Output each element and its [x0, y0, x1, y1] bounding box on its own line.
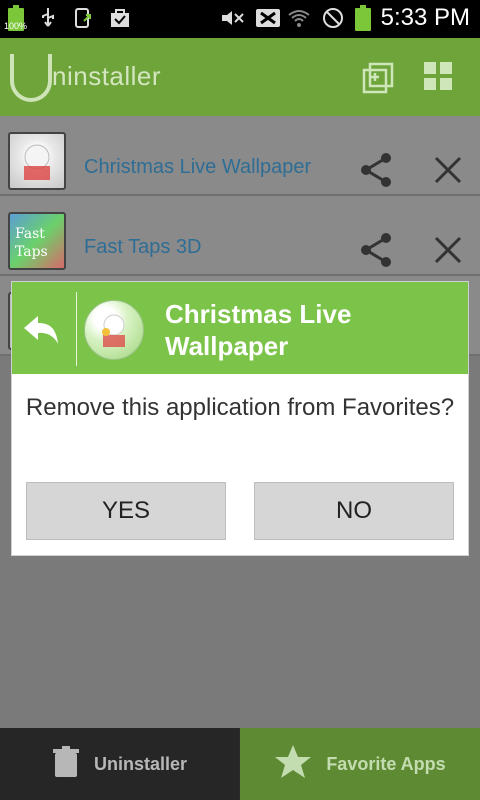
svg-text:Taps: Taps — [15, 244, 48, 260]
share-icon[interactable] — [356, 230, 396, 270]
dialog-message: Remove this application from Favorites? — [25, 394, 455, 421]
svg-text:Fast: Fast — [15, 226, 45, 242]
star-icon — [274, 744, 312, 785]
mute-icon — [219, 6, 244, 30]
christmas-wallpaper-icon — [84, 300, 144, 360]
no-button[interactable]: NO — [254, 482, 454, 540]
status-right-icons: 5:33 PM — [219, 4, 470, 32]
app-title: ninstaller — [52, 61, 162, 91]
add-to-favorites-icon[interactable] — [362, 60, 398, 96]
tab-favorite-apps[interactable]: Favorite Apps — [240, 728, 480, 800]
yes-button[interactable]: YES — [26, 482, 226, 540]
divider — [76, 292, 77, 366]
remove-favorite-dialog: Christmas Live Wallpaper Remove this app… — [12, 282, 468, 555]
share-icon[interactable] — [356, 150, 396, 190]
app-logo: ninstaller — [10, 52, 161, 102]
tab-label: Favorite Apps — [326, 753, 446, 774]
app-name: Fast Taps 3D — [84, 236, 202, 258]
battery-icon: 100% — [4, 5, 27, 31]
clock: 5:33 PM — [380, 4, 470, 31]
upload-icon — [72, 6, 96, 30]
close-icon[interactable] — [430, 232, 466, 268]
grid-view-icon[interactable] — [422, 60, 458, 96]
list-item[interactable]: Christmas Live Wallpaper — [0, 116, 480, 196]
status-bar: 100% 5:33 PM — [0, 0, 480, 38]
app-name: Christmas Live Wallpaper — [84, 156, 312, 178]
fast-taps-icon: Fast Taps — [8, 212, 66, 270]
tab-uninstaller[interactable]: Uninstaller — [0, 728, 239, 800]
logo-u-icon — [10, 54, 52, 102]
no-sim-icon — [253, 6, 280, 30]
tab-label: Uninstaller — [93, 753, 188, 774]
status-left-icons: 100% — [4, 5, 132, 31]
dialog-header: Christmas Live Wallpaper — [12, 282, 468, 374]
bag-icon — [108, 6, 132, 30]
close-icon[interactable] — [430, 152, 466, 188]
bottom-navigation: Uninstaller Favorite Apps — [0, 728, 480, 800]
battery-label: 100% — [4, 21, 28, 31]
list-item[interactable]: Fast Taps Fast Taps 3D — [0, 196, 480, 276]
app-bar: ninstaller — [0, 38, 480, 116]
back-arrow-icon[interactable] — [20, 310, 64, 350]
usb-icon — [36, 6, 60, 30]
battery-icon — [354, 5, 371, 31]
wifi-icon — [287, 6, 311, 30]
trash-icon — [52, 745, 80, 784]
dialog-title: Christmas Live Wallpaper — [165, 299, 352, 361]
blocked-icon — [321, 6, 345, 30]
christmas-wallpaper-icon — [8, 132, 66, 190]
